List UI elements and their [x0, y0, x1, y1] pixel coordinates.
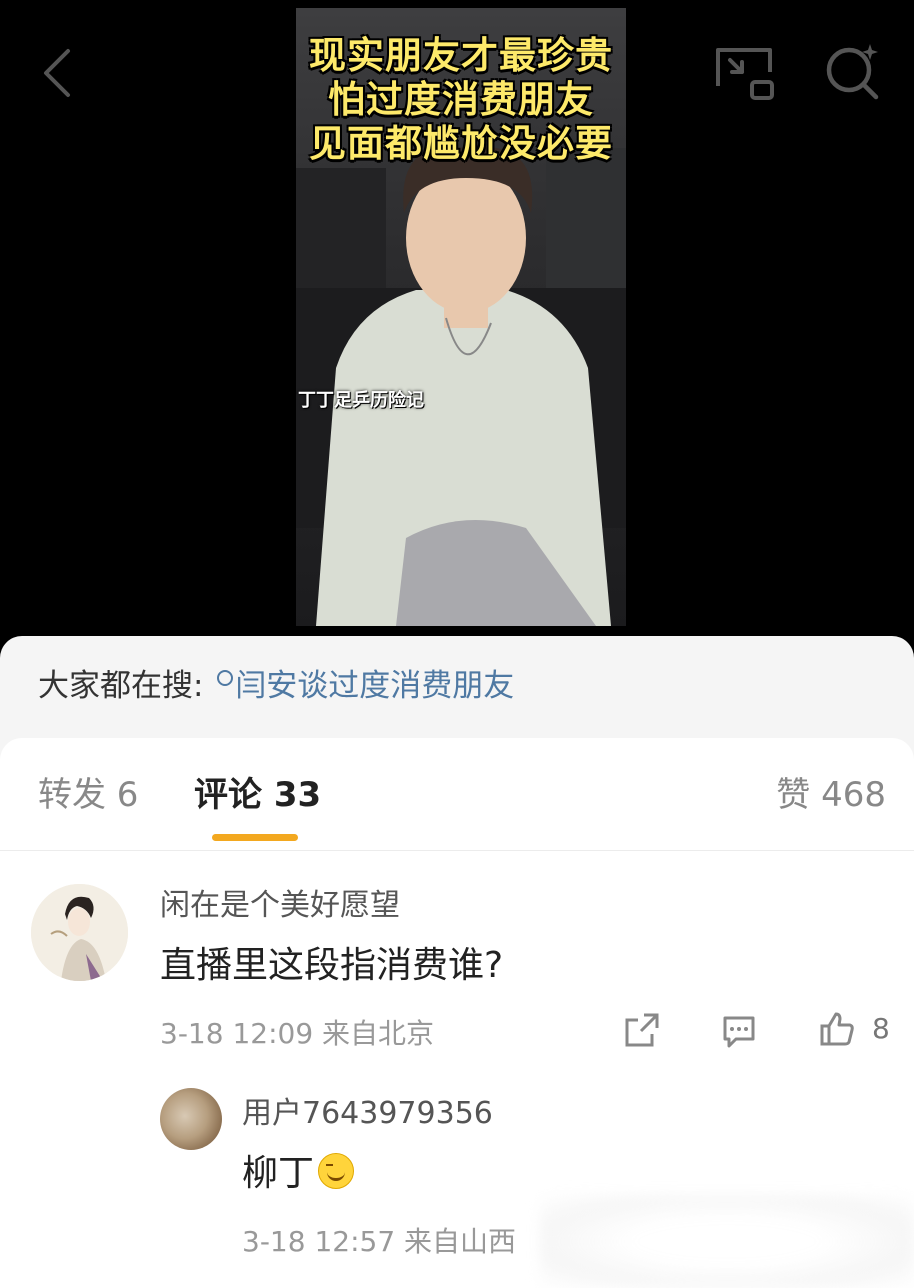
- search-icon[interactable]: [822, 40, 884, 102]
- hot-search-bar[interactable]: 大家都在搜: 闫安谈过度消费朋友: [38, 666, 514, 706]
- comment-text: 直播里这段指消费谁?: [160, 945, 504, 986]
- grinning-face-emoji-icon: [318, 1153, 355, 1189]
- reply-text-content: 柳丁: [242, 1153, 315, 1194]
- tab-forward[interactable]: 转发 6: [38, 773, 138, 817]
- divider: [0, 850, 914, 851]
- reply-username[interactable]: 用户7643979356: [242, 1088, 493, 1132]
- comment-time: 3-18 12:09: [160, 1017, 314, 1050]
- tab-active-indicator: [212, 834, 298, 841]
- thumbs-up-icon[interactable]: [818, 1010, 856, 1052]
- avatar[interactable]: [31, 884, 128, 981]
- caption-line: 现实朋友才最珍贵: [309, 34, 613, 77]
- picture-in-picture-icon[interactable]: [712, 42, 776, 102]
- blurred-overlay: [540, 1195, 914, 1288]
- tab-like[interactable]: 赞 468: [776, 773, 886, 817]
- caption-line: 怕过度消费朋友: [328, 78, 594, 121]
- hot-search-query-link[interactable]: 闫安谈过度消费朋友: [235, 668, 514, 704]
- comment-location: 来自北京: [322, 1017, 435, 1050]
- search-icon: [217, 670, 234, 686]
- share-icon[interactable]: [624, 1012, 660, 1052]
- video-player[interactable]: 现实朋友才最珍贵 怕过度消费朋友 见面都尴尬没必要 丁丁足乒历险记: [296, 8, 626, 626]
- video-caption: 现实朋友才最珍贵 怕过度消费朋友 见面都尴尬没必要: [296, 34, 626, 166]
- reply-meta: 3-18 12:57 来自山西: [242, 1220, 516, 1260]
- comment-like-count: 8: [872, 1012, 890, 1045]
- comment-meta: 3-18 12:09 来自北京: [160, 1012, 434, 1052]
- avatar[interactable]: [160, 1088, 222, 1150]
- reply-comment-icon[interactable]: [720, 1012, 758, 1054]
- hot-search-label: 大家都在搜:: [38, 668, 204, 704]
- reply-text: 柳丁: [242, 1144, 355, 1196]
- reply-time: 3-18 12:57: [242, 1225, 396, 1258]
- comment-username[interactable]: 闲在是个美好愿望: [160, 880, 400, 924]
- video-watermark: 丁丁足乒历险记: [298, 390, 424, 411]
- caption-line: 见面都尴尬没必要: [309, 122, 613, 165]
- reply-location: 来自山西: [404, 1225, 517, 1258]
- tab-comment[interactable]: 评论 33: [194, 773, 321, 817]
- back-arrow-icon[interactable]: [38, 45, 78, 101]
